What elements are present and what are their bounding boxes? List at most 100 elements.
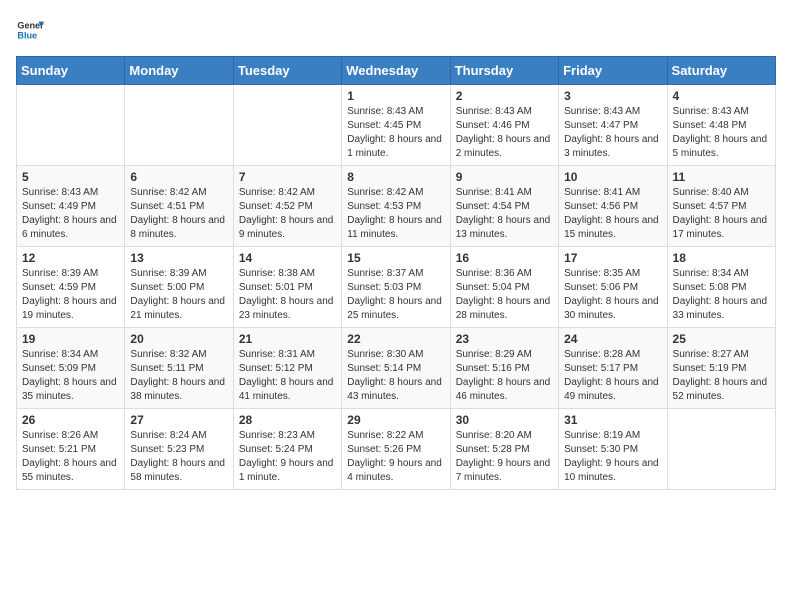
calendar-cell: 30 Sunrise: 8:20 AM Sunset: 5:28 PM Dayli… [450, 409, 558, 490]
day-number: 27 [130, 413, 227, 427]
calendar-cell: 31Sunrise: 8:19 AM Sunset: 5:30 PM Dayli… [559, 409, 667, 490]
calendar-week-row: 12 Sunrise: 8:39 AM Sunset: 4:59 PM Dayli… [17, 247, 776, 328]
calendar: SundayMondayTuesdayWednesdayThursdayFrid… [16, 56, 776, 490]
day-number: 25 [673, 332, 770, 346]
weekday-header-row: SundayMondayTuesdayWednesdayThursdayFrid… [17, 57, 776, 85]
weekday-header: Thursday [450, 57, 558, 85]
cell-details: Sunrise: 8:22 AM Sunset: 5:26 PM Dayligh… [347, 429, 444, 485]
calendar-cell: 26 Sunrise: 8:26 AM Sunset: 5:21 PM Dayli… [17, 409, 125, 490]
day-number: 24 [564, 332, 661, 346]
cell-details: Sunrise: 8:34 AM Sunset: 5:09 PM Dayligh… [22, 348, 119, 404]
calendar-cell: 17Sunrise: 8:35 AM Sunset: 5:06 PM Dayli… [559, 247, 667, 328]
day-number: 14 [239, 251, 336, 265]
cell-details: Sunrise: 8:42 AM Sunset: 4:51 PM Dayligh… [130, 186, 227, 242]
day-number: 12 [22, 251, 119, 265]
cell-details: Sunrise: 8:39 AM Sunset: 4:59 PM Dayligh… [22, 267, 119, 323]
day-number: 2 [456, 89, 553, 103]
cell-details: Sunrise: 8:31 AM Sunset: 5:12 PM Dayligh… [239, 348, 336, 404]
day-number: 5 [22, 170, 119, 184]
day-number: 23 [456, 332, 553, 346]
cell-details: Sunrise: 8:35 AM Sunset: 5:06 PM Dayligh… [564, 267, 661, 323]
cell-details: Sunrise: 8:41 AM Sunset: 4:54 PM Dayligh… [456, 186, 553, 242]
calendar-week-row: 1Sunrise: 8:43 AM Sunset: 4:45 PM Daylig… [17, 85, 776, 166]
cell-details: Sunrise: 8:27 AM Sunset: 5:19 PM Dayligh… [673, 348, 770, 404]
day-number: 21 [239, 332, 336, 346]
weekday-header: Friday [559, 57, 667, 85]
calendar-cell: 5Sunrise: 8:43 AM Sunset: 4:49 PM Daylig… [17, 166, 125, 247]
cell-details: Sunrise: 8:34 AM Sunset: 5:08 PM Dayligh… [673, 267, 770, 323]
calendar-cell: 4 Sunrise: 8:43 AM Sunset: 4:48 PM Daylig… [667, 85, 775, 166]
calendar-cell: 13Sunrise: 8:39 AM Sunset: 5:00 PM Dayli… [125, 247, 233, 328]
calendar-cell: 15 Sunrise: 8:37 AM Sunset: 5:03 PM Dayli… [342, 247, 450, 328]
calendar-cell: 25 Sunrise: 8:27 AM Sunset: 5:19 PM Dayli… [667, 328, 775, 409]
calendar-cell: 3 Sunrise: 8:43 AM Sunset: 4:47 PM Daylig… [559, 85, 667, 166]
calendar-cell: 1Sunrise: 8:43 AM Sunset: 4:45 PM Daylig… [342, 85, 450, 166]
calendar-week-row: 26 Sunrise: 8:26 AM Sunset: 5:21 PM Dayli… [17, 409, 776, 490]
day-number: 3 [564, 89, 661, 103]
logo-icon: General Blue [16, 16, 44, 44]
weekday-header: Sunday [17, 57, 125, 85]
calendar-cell: 29 Sunrise: 8:22 AM Sunset: 5:26 PM Dayli… [342, 409, 450, 490]
logo: General Blue [16, 16, 44, 44]
day-number: 13 [130, 251, 227, 265]
cell-details: Sunrise: 8:43 AM Sunset: 4:45 PM Dayligh… [347, 105, 444, 161]
weekday-header: Monday [125, 57, 233, 85]
day-number: 7 [239, 170, 336, 184]
cell-details: Sunrise: 8:41 AM Sunset: 4:56 PM Dayligh… [564, 186, 661, 242]
calendar-cell: 23 Sunrise: 8:29 AM Sunset: 5:16 PM Dayli… [450, 328, 558, 409]
calendar-cell: 19 Sunrise: 8:34 AM Sunset: 5:09 PM Dayli… [17, 328, 125, 409]
cell-details: Sunrise: 8:42 AM Sunset: 4:52 PM Dayligh… [239, 186, 336, 242]
cell-details: Sunrise: 8:32 AM Sunset: 5:11 PM Dayligh… [130, 348, 227, 404]
day-number: 29 [347, 413, 444, 427]
calendar-cell: 8 Sunrise: 8:42 AM Sunset: 4:53 PM Daylig… [342, 166, 450, 247]
day-number: 8 [347, 170, 444, 184]
day-number: 15 [347, 251, 444, 265]
calendar-cell: 27Sunrise: 8:24 AM Sunset: 5:23 PM Dayli… [125, 409, 233, 490]
day-number: 30 [456, 413, 553, 427]
calendar-cell: 16 Sunrise: 8:36 AM Sunset: 5:04 PM Dayli… [450, 247, 558, 328]
day-number: 22 [347, 332, 444, 346]
calendar-cell: 21 Sunrise: 8:31 AM Sunset: 5:12 PM Dayli… [233, 328, 341, 409]
svg-text:Blue: Blue [17, 30, 37, 40]
calendar-cell: 2Sunrise: 8:43 AM Sunset: 4:46 PM Daylig… [450, 85, 558, 166]
calendar-cell: 10Sunrise: 8:41 AM Sunset: 4:56 PM Dayli… [559, 166, 667, 247]
calendar-week-row: 19 Sunrise: 8:34 AM Sunset: 5:09 PM Dayli… [17, 328, 776, 409]
calendar-cell: 22 Sunrise: 8:30 AM Sunset: 5:14 PM Dayli… [342, 328, 450, 409]
day-number: 9 [456, 170, 553, 184]
calendar-cell: 11 Sunrise: 8:40 AM Sunset: 4:57 PM Dayli… [667, 166, 775, 247]
cell-details: Sunrise: 8:37 AM Sunset: 5:03 PM Dayligh… [347, 267, 444, 323]
calendar-cell: 18 Sunrise: 8:34 AM Sunset: 5:08 PM Dayli… [667, 247, 775, 328]
calendar-week-row: 5Sunrise: 8:43 AM Sunset: 4:49 PM Daylig… [17, 166, 776, 247]
day-number: 26 [22, 413, 119, 427]
day-number: 28 [239, 413, 336, 427]
cell-details: Sunrise: 8:30 AM Sunset: 5:14 PM Dayligh… [347, 348, 444, 404]
cell-details: Sunrise: 8:26 AM Sunset: 5:21 PM Dayligh… [22, 429, 119, 485]
day-number: 16 [456, 251, 553, 265]
calendar-cell [125, 85, 233, 166]
day-number: 4 [673, 89, 770, 103]
calendar-cell [667, 409, 775, 490]
cell-details: Sunrise: 8:38 AM Sunset: 5:01 PM Dayligh… [239, 267, 336, 323]
calendar-cell: 9 Sunrise: 8:41 AM Sunset: 4:54 PM Daylig… [450, 166, 558, 247]
day-number: 18 [673, 251, 770, 265]
cell-details: Sunrise: 8:28 AM Sunset: 5:17 PM Dayligh… [564, 348, 661, 404]
calendar-cell: 28 Sunrise: 8:23 AM Sunset: 5:24 PM Dayli… [233, 409, 341, 490]
calendar-cell [17, 85, 125, 166]
cell-details: Sunrise: 8:23 AM Sunset: 5:24 PM Dayligh… [239, 429, 336, 485]
cell-details: Sunrise: 8:20 AM Sunset: 5:28 PM Dayligh… [456, 429, 553, 485]
day-number: 11 [673, 170, 770, 184]
calendar-cell: 7 Sunrise: 8:42 AM Sunset: 4:52 PM Daylig… [233, 166, 341, 247]
cell-details: Sunrise: 8:42 AM Sunset: 4:53 PM Dayligh… [347, 186, 444, 242]
calendar-body: 1Sunrise: 8:43 AM Sunset: 4:45 PM Daylig… [17, 85, 776, 490]
cell-details: Sunrise: 8:19 AM Sunset: 5:30 PM Dayligh… [564, 429, 661, 485]
cell-details: Sunrise: 8:36 AM Sunset: 5:04 PM Dayligh… [456, 267, 553, 323]
cell-details: Sunrise: 8:29 AM Sunset: 5:16 PM Dayligh… [456, 348, 553, 404]
day-number: 19 [22, 332, 119, 346]
cell-details: Sunrise: 8:40 AM Sunset: 4:57 PM Dayligh… [673, 186, 770, 242]
calendar-cell: 6 Sunrise: 8:42 AM Sunset: 4:51 PM Daylig… [125, 166, 233, 247]
cell-details: Sunrise: 8:43 AM Sunset: 4:47 PM Dayligh… [564, 105, 661, 161]
calendar-cell: 14 Sunrise: 8:38 AM Sunset: 5:01 PM Dayli… [233, 247, 341, 328]
cell-details: Sunrise: 8:43 AM Sunset: 4:48 PM Dayligh… [673, 105, 770, 161]
day-number: 6 [130, 170, 227, 184]
header-area: General Blue [16, 16, 776, 44]
